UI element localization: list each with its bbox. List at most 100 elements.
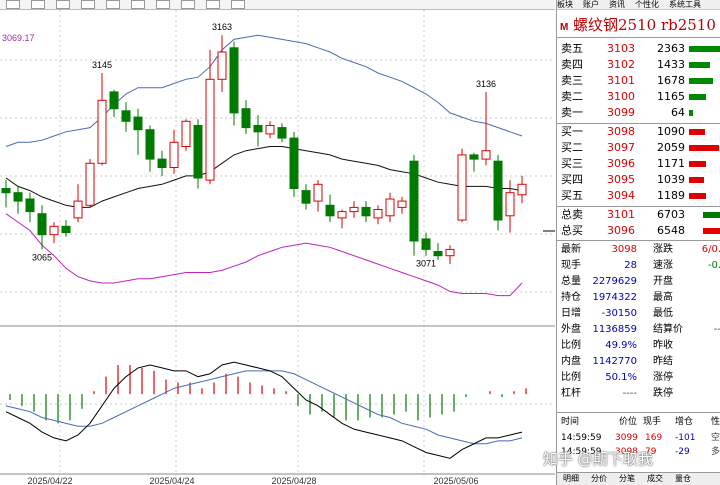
panel-menu: 板块 账户 资讯 个性化 系统工具	[557, 0, 720, 10]
ask-row: 卖二 3100 1165	[557, 89, 720, 105]
panel-tab[interactable]: 分价	[591, 474, 607, 483]
panel-tab[interactable]: 分笔	[619, 474, 635, 483]
ask-volume-bar	[689, 46, 720, 52]
contract-title: M 螺纹钢2510 rb2510	[557, 12, 720, 38]
candle-body	[457, 154, 467, 221]
book-price: 3099	[607, 106, 635, 119]
candle	[157, 150, 167, 176]
trade-type: 空	[711, 433, 720, 443]
stat-value: 28	[624, 260, 637, 271]
total-row: 总卖 3101 6703	[557, 207, 720, 223]
panel-menu-item[interactable]: 个性化	[635, 0, 659, 9]
candle-body	[97, 99, 107, 164]
panel-menu-item[interactable]: 系统工具	[669, 0, 701, 9]
trade-qty: 169	[645, 433, 663, 443]
book-price: 3102	[607, 58, 635, 71]
candle-body	[13, 192, 23, 202]
candle	[49, 222, 59, 244]
candle-body	[301, 190, 311, 204]
macd-line	[5, 361, 523, 459]
stat-row: 外盘 1136859 结算价 --	[557, 322, 720, 338]
book-price: 3094	[607, 189, 635, 202]
stat-row: 现手 28 速涨 -0.	[557, 258, 720, 274]
stat-label: 内盘	[561, 356, 581, 367]
candle-body	[409, 160, 419, 242]
trades-header-cell: 价位	[619, 417, 638, 427]
market-badge: M	[560, 15, 570, 37]
candle-body	[313, 183, 323, 202]
middle-band-line	[5, 146, 523, 208]
candle-body	[121, 110, 131, 122]
candle-body	[481, 150, 491, 160]
macd-histogram	[9, 365, 527, 424]
candle-body	[193, 125, 203, 179]
candle	[61, 220, 71, 237]
trade-time: 14:59:59	[561, 433, 602, 443]
quote-panel: 板块 账户 资讯 个性化 系统工具 M 螺纹钢2510 rb2510 卖五 3103 2363…	[556, 0, 720, 485]
book-label: 买一	[561, 125, 583, 138]
book-volume: 1039	[657, 173, 685, 186]
candle-body	[445, 248, 455, 257]
candlestick-chart[interactable]: 3069.17 3145 3163 3136 3065 3071 2025/04/22 202…	[0, 0, 555, 485]
stat-value: 50.1%	[605, 372, 637, 383]
panel-menu-item[interactable]: 账户	[583, 0, 599, 9]
trades-header-cell: 性	[711, 417, 720, 427]
panel-tab[interactable]: 明细	[563, 474, 579, 483]
trade-change: -29	[675, 447, 690, 457]
candles	[1, 35, 527, 265]
book-label: 买二	[561, 141, 583, 154]
candle-body	[397, 200, 407, 208]
panel-menu-item[interactable]: 板块	[557, 0, 573, 9]
candle	[469, 152, 479, 172]
candle-body	[421, 238, 431, 250]
panel-tab[interactable]: 量仓	[675, 474, 691, 483]
candle	[409, 154, 419, 256]
candle-body	[49, 225, 59, 236]
total-volume: 6703	[657, 208, 685, 221]
candle	[133, 108, 143, 155]
lower-band-line	[5, 213, 523, 297]
candle-body	[25, 198, 35, 213]
panel-tab[interactable]: 成交	[647, 474, 663, 483]
candle-body	[205, 78, 215, 181]
book-label: 买五	[561, 189, 583, 202]
book-label: 卖五	[561, 42, 583, 55]
chart-grid	[0, 10, 555, 476]
candle	[109, 89, 119, 118]
book-price: 3103	[607, 42, 635, 55]
book-volume: 64	[671, 106, 685, 119]
book-volume: 1090	[657, 125, 685, 138]
bid-volume-bar	[689, 145, 719, 151]
candle	[493, 154, 503, 231]
candle-body	[157, 158, 167, 169]
total-row: 总买 3096 6548	[557, 223, 720, 239]
ask-volume-bar	[689, 110, 693, 116]
ask-volume-bar	[689, 78, 713, 84]
stat-value: -30150	[601, 308, 637, 319]
stat-row: 内盘 1142770 昨结	[557, 354, 720, 370]
stat-value: 49.9%	[605, 340, 637, 351]
total-price: 3096	[607, 224, 635, 237]
candle-body	[133, 116, 143, 131]
candle	[181, 119, 191, 151]
candle	[193, 119, 203, 189]
stat-row: 日增 -30150 最低	[557, 306, 720, 322]
candle	[433, 243, 443, 260]
stat-label: 日增	[561, 308, 581, 319]
candle	[37, 205, 47, 250]
date-label: 2025/04/28	[271, 476, 316, 485]
stat-label: 持仓	[561, 292, 581, 303]
stat-value: ----	[622, 388, 637, 399]
stat-label: 速涨	[653, 260, 673, 271]
candle-body	[253, 125, 263, 133]
candle	[385, 192, 395, 223]
stat-label: 涨停	[653, 372, 673, 383]
stat-value: 2279629	[592, 276, 637, 287]
panel-menu-item[interactable]: 资讯	[609, 0, 625, 9]
candle-body	[277, 127, 287, 139]
book-label: 卖二	[561, 90, 583, 103]
candle	[349, 201, 359, 218]
candle-body	[73, 200, 83, 219]
candle	[457, 148, 467, 223]
stat-label: 昨收	[653, 340, 673, 351]
